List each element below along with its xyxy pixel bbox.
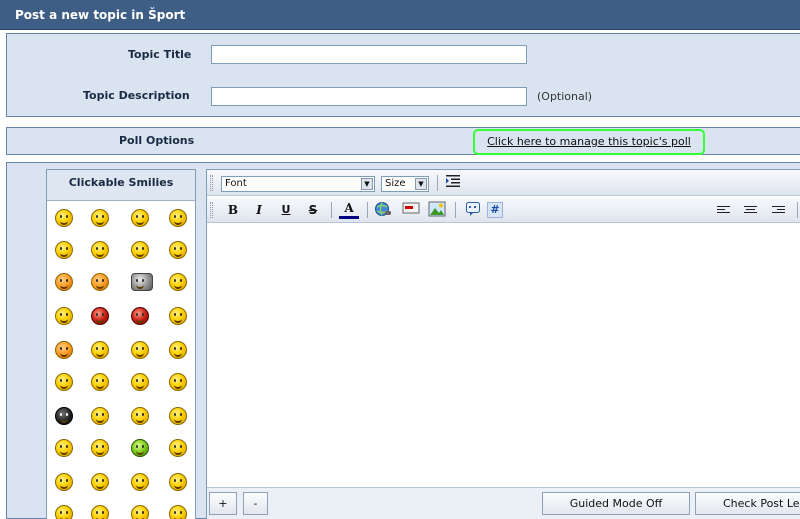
toolbar-separator (455, 202, 456, 218)
shades-icon[interactable] (169, 439, 187, 457)
ninja-icon[interactable] (55, 407, 73, 425)
code-button[interactable]: # (487, 202, 503, 218)
quote-button[interactable] (463, 201, 483, 219)
image-icon (428, 201, 446, 217)
email-icon (402, 202, 420, 214)
toolbar-separator (797, 202, 798, 218)
globe-link-icon (375, 202, 391, 216)
cheeky-icon[interactable] (91, 273, 109, 291)
poll-options-label: Poll Options (119, 134, 195, 147)
toolbar-separator (367, 202, 368, 218)
devil-icon[interactable] (91, 307, 109, 325)
smilies-panel: Clickable Smilies (46, 169, 196, 519)
toolbar-separator (331, 202, 332, 218)
italic-button[interactable]: I (249, 201, 269, 219)
shrink-editor-button[interactable]: - (243, 492, 268, 515)
editor-bottom-bar: + - Guided Mode Off Check Post Le (207, 488, 800, 519)
topic-description-label: Topic Description (83, 89, 190, 102)
happy-icon[interactable] (131, 209, 149, 227)
topic-title-input[interactable] (211, 45, 527, 64)
hmm-icon[interactable] (169, 341, 187, 359)
post-body-textarea[interactable] (207, 224, 800, 488)
sick-icon[interactable] (131, 439, 149, 457)
chevron-down-icon: ▼ (415, 178, 427, 190)
align-left-icon[interactable] (717, 206, 730, 216)
underline-button[interactable]: U (276, 201, 296, 219)
toolbar-grip[interactable] (210, 175, 213, 191)
topic-description-input[interactable] (211, 87, 527, 106)
dead-icon[interactable] (169, 407, 187, 425)
worried-icon[interactable] (169, 473, 187, 491)
smilies-heading: Clickable Smilies (47, 170, 195, 201)
page-title: Post a new topic in Šport (0, 0, 800, 30)
angel-icon[interactable] (55, 373, 73, 391)
thumbsup-icon[interactable] (91, 473, 109, 491)
size-select-value: Size (385, 178, 406, 189)
toolbar-grip[interactable] (210, 202, 213, 218)
alert-icon[interactable] (55, 341, 73, 359)
expand-editor-button[interactable]: + (209, 492, 237, 515)
angry-icon[interactable] (131, 241, 149, 259)
optional-note: (Optional) (537, 90, 593, 103)
singing-icon[interactable] (131, 505, 149, 519)
confused-icon[interactable] (169, 307, 187, 325)
thinking-icon[interactable] (131, 407, 149, 425)
wide-eyes-icon[interactable] (55, 439, 73, 457)
blush-icon[interactable] (55, 273, 73, 291)
align-center-icon[interactable] (744, 206, 757, 216)
insert-link-button[interactable] (373, 201, 393, 219)
size-select[interactable]: Size ▼ (381, 176, 429, 192)
rolleyes-icon[interactable] (91, 505, 109, 519)
smile-icon[interactable] (55, 209, 73, 227)
surprised-icon[interactable] (55, 505, 73, 519)
manage-poll-link[interactable]: Click here to manage this topic's poll (473, 129, 705, 155)
font-color-button[interactable]: A (339, 201, 359, 219)
editor-toolbar-top: Font ▼ Size ▼ (207, 170, 800, 196)
kiss-icon[interactable] (91, 373, 109, 391)
rich-text-editor: Font ▼ Size ▼ B I U S A # + - Guided Mod… (206, 169, 800, 519)
sad-icon[interactable] (55, 307, 73, 325)
laugh-icon[interactable] (55, 241, 73, 259)
toolbar-separator (437, 175, 438, 191)
nerd-icon[interactable] (91, 439, 109, 457)
editor-toolbar-format: B I U S A # (207, 197, 800, 223)
align-right-icon[interactable] (772, 206, 785, 216)
glasses-icon[interactable] (169, 241, 187, 259)
evil-icon[interactable] (131, 307, 149, 325)
biggrin-icon[interactable] (131, 373, 149, 391)
topic-title-label: Topic Title (128, 48, 192, 61)
wink-icon[interactable] (169, 209, 187, 227)
indent-icon (446, 175, 460, 187)
chevron-down-icon: ▼ (361, 178, 373, 190)
grin-icon[interactable] (91, 209, 109, 227)
insert-email-button[interactable] (401, 201, 421, 219)
smirk-icon[interactable] (131, 341, 149, 359)
indent-button[interactable] (443, 174, 463, 192)
shocked-icon[interactable] (91, 407, 109, 425)
font-select[interactable]: Font ▼ (221, 176, 375, 192)
bold-button[interactable]: B (223, 201, 243, 219)
neutral-icon[interactable] (169, 373, 187, 391)
quote-icon (466, 202, 480, 216)
cry-icon[interactable] (55, 473, 73, 491)
sly-icon[interactable] (169, 273, 187, 291)
guided-mode-button[interactable]: Guided Mode Off (542, 492, 690, 515)
wolf-icon[interactable] (131, 273, 153, 291)
insert-image-button[interactable] (427, 201, 447, 219)
strikethrough-button[interactable]: S (303, 201, 323, 219)
wave-icon[interactable] (131, 473, 149, 491)
ok-icon[interactable] (169, 505, 187, 519)
tongue-icon[interactable] (91, 241, 109, 259)
font-select-value: Font (225, 178, 247, 189)
flower-icon[interactable] (91, 341, 109, 359)
check-post-length-button[interactable]: Check Post Le (695, 492, 800, 515)
